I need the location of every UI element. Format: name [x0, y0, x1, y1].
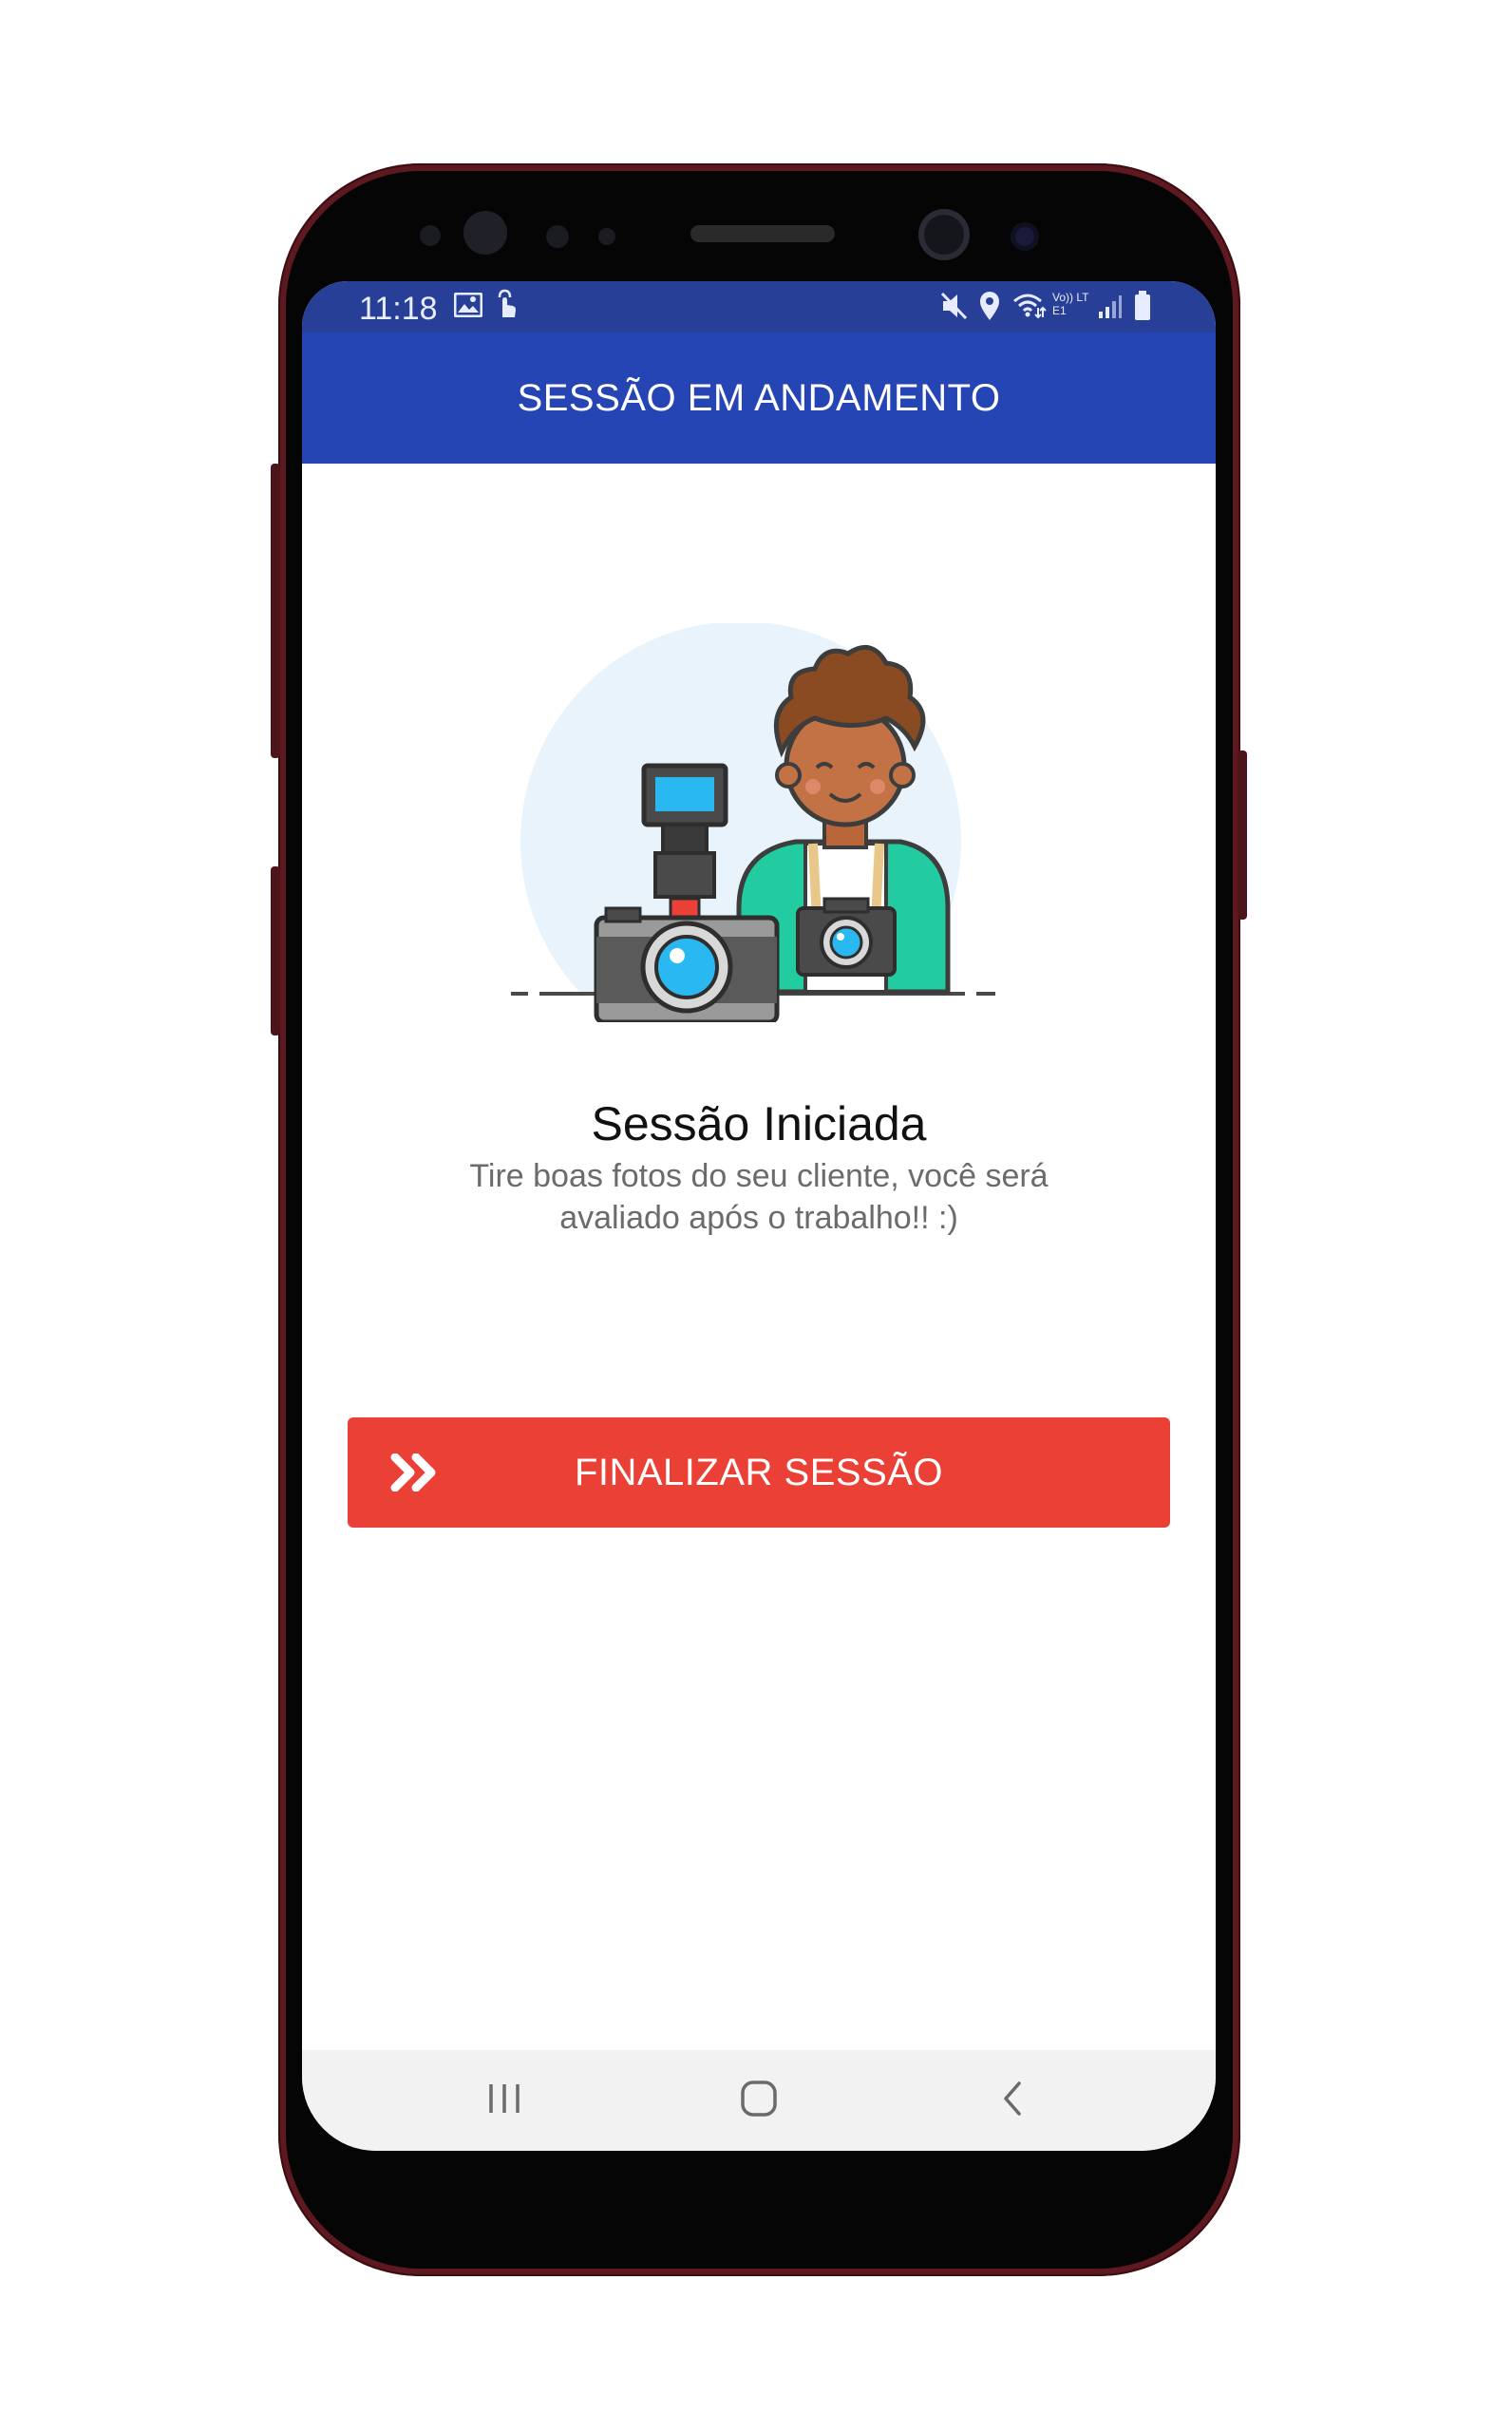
image-icon	[453, 292, 483, 323]
photographer-illustration	[511, 621, 1014, 1062]
mute-icon	[940, 291, 969, 327]
app-bar: SESSÃO EM ANDAMENTO	[302, 332, 1216, 464]
light-sensor	[546, 225, 569, 248]
iris-camera	[1011, 222, 1039, 251]
volte-icon: Vo)) LTE1	[1052, 291, 1089, 317]
home-icon	[738, 2080, 780, 2122]
location-icon	[978, 291, 1001, 327]
earpiece-speaker	[690, 225, 835, 242]
navigation-bar	[302, 2050, 1216, 2151]
status-time: 11:18	[359, 291, 438, 327]
recent-apps-button[interactable]	[476, 2079, 533, 2122]
power-button	[1238, 750, 1247, 920]
finish-session-button[interactable]: FINALIZAR SESSÃO	[348, 1417, 1170, 1528]
front-camera	[918, 209, 970, 260]
led-sensor	[598, 228, 615, 245]
back-button[interactable]	[984, 2079, 1041, 2122]
signal-icon	[1098, 294, 1123, 325]
volume-button-down	[271, 866, 280, 1036]
subtext: Tire boas fotos do seu cliente, você ser…	[469, 1158, 1049, 1236]
recent-apps-icon	[485, 2080, 523, 2121]
iris-sensor	[463, 211, 507, 255]
headline: Sessão Iniciada	[591, 1097, 927, 1150]
phone-screen: 11:18 Vo)) LTE1 SESSÃO EM ANDAMENTO Sess…	[302, 281, 1216, 2151]
status-bar: 11:18 Vo)) LTE1	[302, 281, 1216, 332]
battery-icon	[1134, 291, 1151, 327]
touch-icon	[494, 289, 519, 325]
wifi-icon	[1012, 291, 1047, 325]
double-chevron-right-icon	[389, 1453, 441, 1496]
back-icon	[998, 2080, 1027, 2122]
proximity-sensor	[420, 225, 441, 246]
page-title: SESSÃO EM ANDAMENTO	[517, 376, 1001, 419]
volume-button-up	[271, 464, 280, 758]
home-button[interactable]	[730, 2079, 787, 2122]
finish-session-label: FINALIZAR SESSÃO	[574, 1451, 944, 1493]
